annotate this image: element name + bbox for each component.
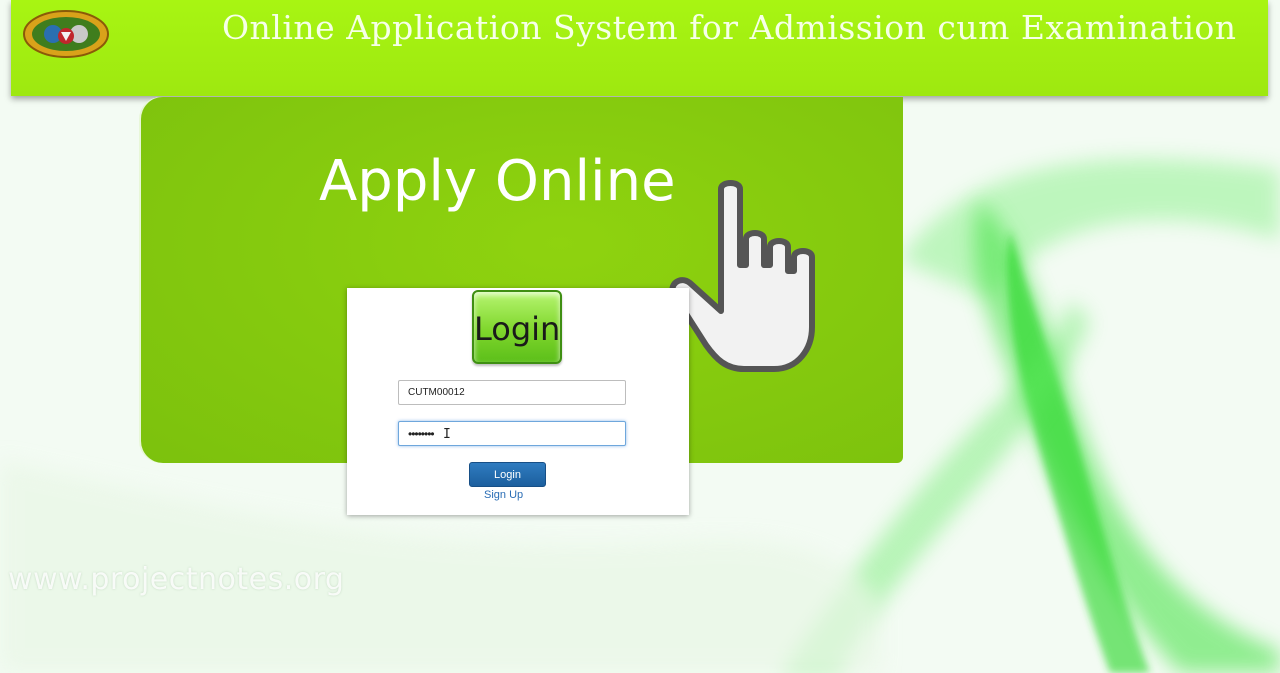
username-field[interactable] (398, 380, 626, 405)
text-cursor-icon: I (443, 427, 451, 442)
apply-online-heading: Apply Online (319, 149, 676, 214)
login-badge: Login (472, 290, 562, 364)
login-button[interactable]: Login (469, 462, 546, 487)
login-card: Login I Login Sign Up (347, 288, 689, 515)
sign-up-link[interactable]: Sign Up (484, 489, 523, 501)
site-title: Online Application System for Admission … (222, 8, 1237, 47)
pointing-hand-icon (669, 180, 815, 372)
password-field[interactable] (398, 421, 626, 446)
university-emblem-icon (23, 10, 109, 58)
site-header: Online Application System for Admission … (11, 0, 1268, 96)
watermark: www.projectnotes.org (8, 562, 345, 597)
